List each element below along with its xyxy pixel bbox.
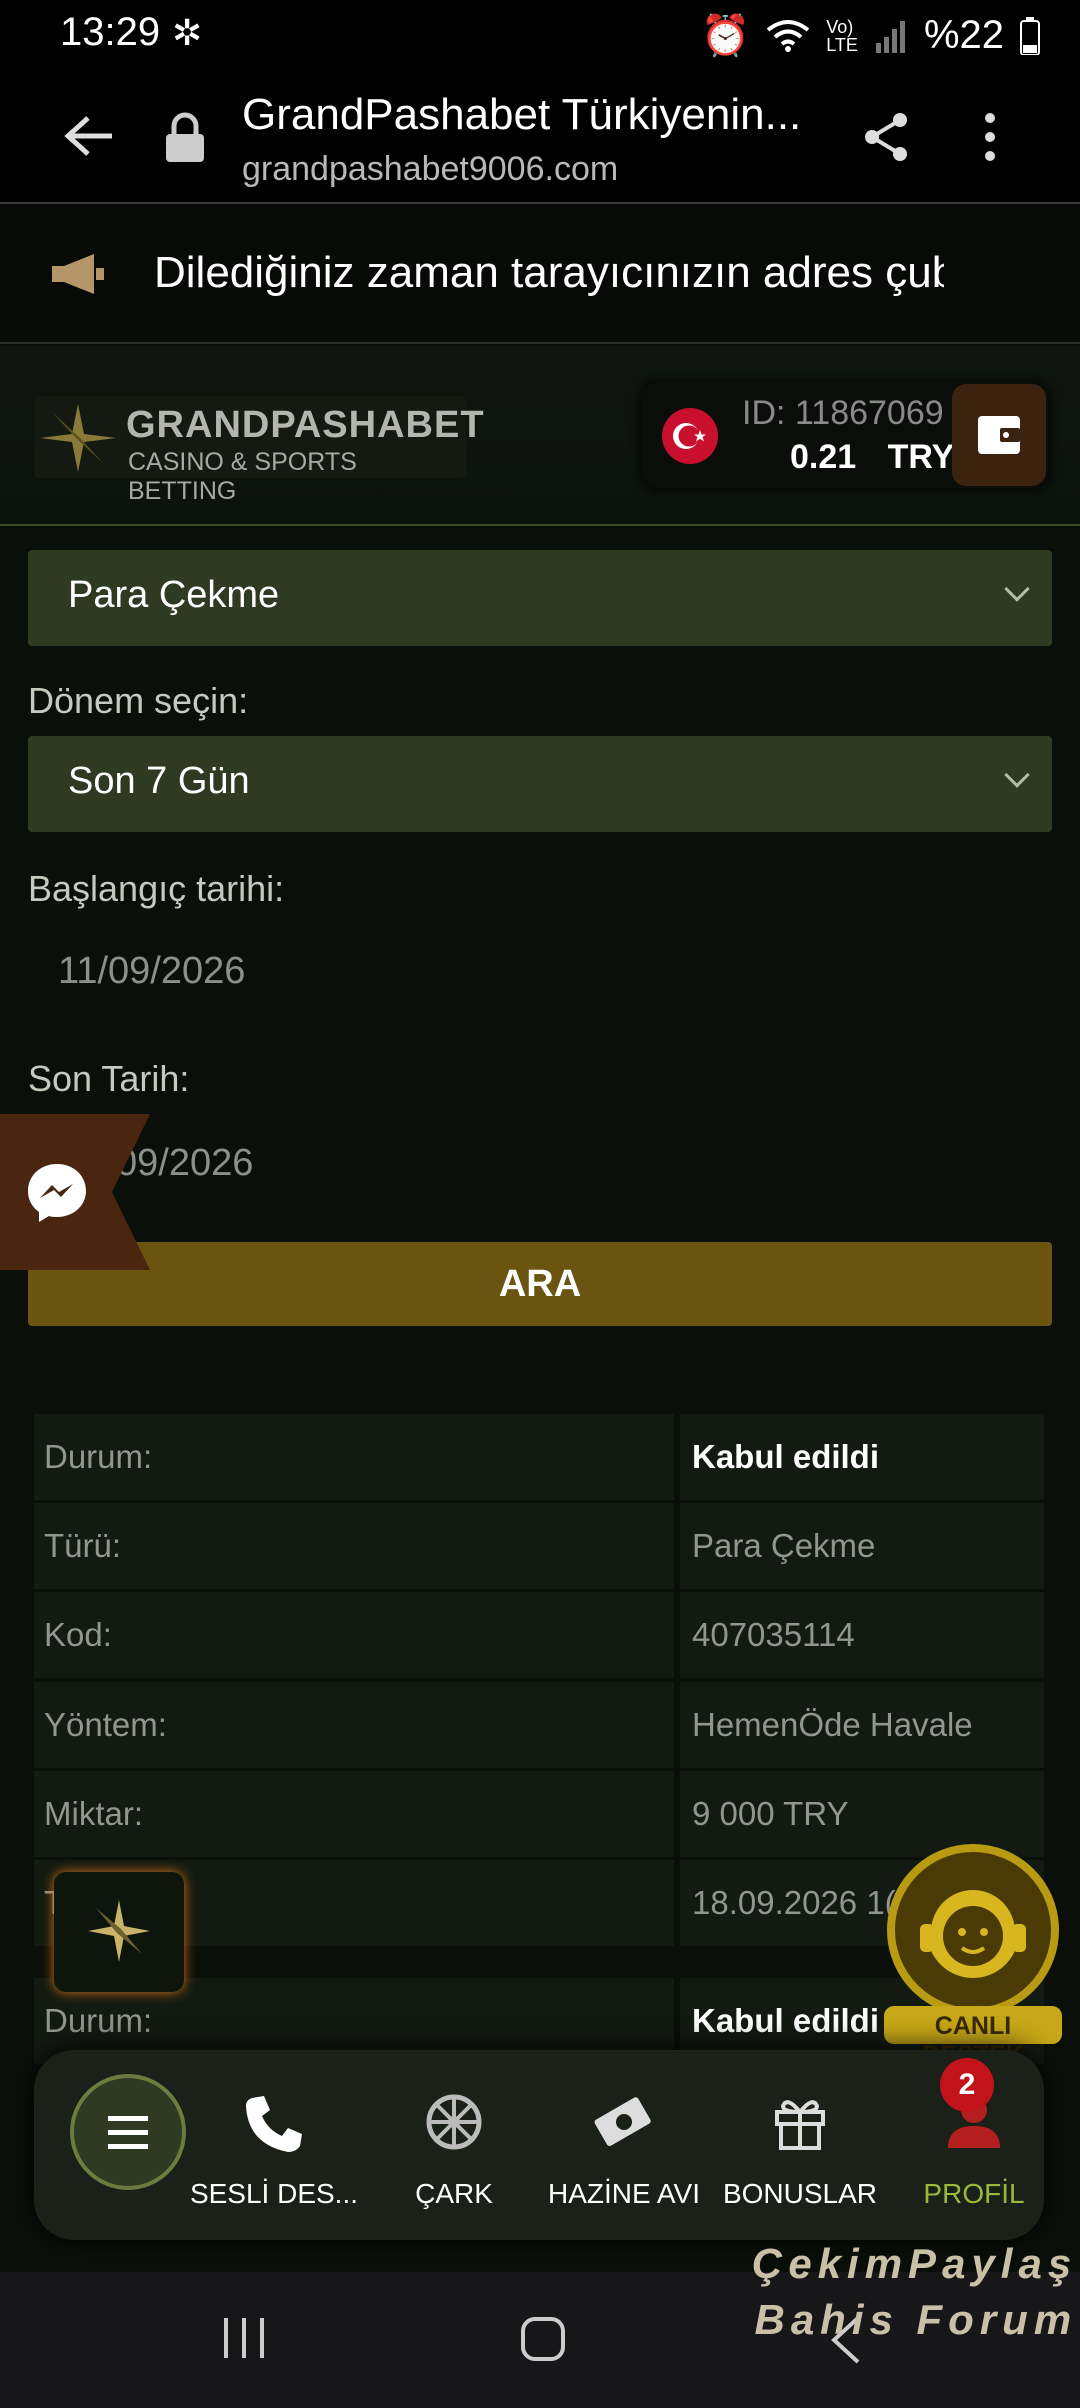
nav-label-active: PROFİL: [923, 2178, 1025, 2209]
chevron-down-icon: [1004, 762, 1030, 788]
pinwheel-icon: ✲: [172, 12, 203, 53]
period-select[interactable]: Son 7 Gün: [28, 736, 1052, 832]
account-balance: 0.21 TRY: [790, 438, 955, 476]
announcement-text: Dilediğiniz zaman tarayıcınızın adres çu…: [154, 248, 944, 297]
row-value: 407035114: [680, 1592, 1044, 1678]
battery-icon: [1020, 16, 1040, 55]
turkey-flag-icon: [662, 408, 718, 464]
period-value: Son 7 Gün: [68, 760, 250, 802]
watermark-line1: ÇekimPaylaş: [752, 2240, 1078, 2287]
announcement-bar: Dilediğiniz zaman tarayıcınızın adres çu…: [0, 206, 1080, 344]
start-date-input[interactable]: 11/09/2026: [58, 950, 245, 993]
transaction-type-value: Para Çekme: [68, 574, 280, 616]
status-bar: 13:29 ✲ ⏰ Vo) LTE %22: [0, 0, 1080, 68]
gift-icon: [775, 2100, 825, 2150]
table-row: Yöntem: HemenÖde Havale: [34, 1682, 1044, 1768]
messenger-icon: [28, 1164, 86, 1222]
more-menu-icon[interactable]: [982, 112, 998, 162]
site-header: GRANDPASHABET CASINO & SPORTS BETTING ID…: [0, 346, 1080, 526]
back-arrow-icon[interactable]: [64, 114, 114, 158]
transaction-type-select[interactable]: Para Çekme: [28, 550, 1052, 646]
nav-label: BONUSLAR: [722, 2178, 878, 2209]
star-logo-icon: [40, 404, 116, 472]
table-row: Türü: Para Çekme: [34, 1503, 1044, 1589]
alarm-icon: ⏰: [700, 14, 751, 58]
nav-wheel[interactable]: ÇARK: [364, 2050, 544, 2240]
watermark-line2: Bahis Forum: [754, 2296, 1078, 2343]
nav-voice-support[interactable]: SESLİ DES...: [184, 2050, 364, 2240]
row-label: Miktar:: [34, 1771, 674, 1857]
live-support-button[interactable]: CANLI DESTEK: [880, 1840, 1066, 2069]
nav-label: SESLİ DES...: [189, 2178, 359, 2209]
signal-icon: [875, 20, 905, 53]
lock-icon[interactable]: [164, 112, 206, 162]
volte-icon: Vo) LTE: [826, 16, 858, 55]
menu-button[interactable]: [70, 2074, 186, 2190]
row-value: HemenÖde Havale: [680, 1682, 1044, 1768]
star-logo-icon: [88, 1900, 150, 1962]
share-icon[interactable]: [862, 112, 910, 162]
end-date-label: Son Tarih:: [28, 1058, 190, 1099]
status-icons: ⏰ Vo) LTE %22: [700, 12, 1040, 59]
messenger-tab[interactable]: [0, 1114, 150, 1270]
row-label: Kod:: [34, 1592, 674, 1678]
row-label: Türü:: [34, 1503, 674, 1589]
wifi-icon: [767, 19, 810, 52]
nav-label: ÇARK: [415, 2178, 493, 2209]
search-button[interactable]: ARA: [28, 1242, 1052, 1326]
row-label: Yöntem:: [34, 1682, 674, 1768]
chevron-down-icon: [1004, 576, 1030, 602]
browser-toolbar: GrandPashabet Türkiyenin... grandpashabe…: [0, 68, 1080, 204]
megaphone-icon: [52, 254, 104, 294]
end-date-input[interactable]: 09/2026: [116, 1142, 253, 1185]
forum-watermark: ÇekimPaylaş Bahis Forum: [752, 2236, 1077, 2348]
brand-name: GRANDPASHABET: [126, 404, 485, 446]
address-url[interactable]: grandpashabet9006.com: [242, 150, 618, 189]
recent-apps-icon[interactable]: [222, 2316, 266, 2360]
account-id: ID: 11867069: [742, 394, 944, 432]
period-label: Dönem seçin:: [28, 680, 249, 721]
status-time: 13:29: [60, 10, 161, 54]
wallet-button[interactable]: [952, 384, 1046, 486]
nav-treasure-hunt[interactable]: HAZİNE AVI: [534, 2050, 714, 2240]
money-icon: [594, 2097, 651, 2147]
brand-logo[interactable]: GRANDPASHABET CASINO & SPORTS BETTING: [34, 396, 484, 505]
bottom-navigation: SESLİ DES... ÇARK HAZİNE AVI BONUSLAR PR…: [34, 2050, 1044, 2240]
home-icon[interactable]: [520, 2316, 566, 2362]
battery-level: %22: [923, 13, 1004, 57]
hamburger-icon: [108, 2116, 148, 2149]
brand-tagline: CASINO & SPORTS BETTING: [128, 448, 357, 505]
start-date-label: Başlangıç tarihi:: [28, 868, 285, 909]
nav-label: HAZİNE AVI: [548, 2178, 700, 2209]
table-row: Durum: Kabul edildi: [34, 1414, 1044, 1500]
wallet-icon: [978, 416, 1020, 454]
phone-icon: [246, 2096, 302, 2152]
notification-badge: 2: [940, 2058, 994, 2112]
table-row: Kod: 407035114: [34, 1592, 1044, 1678]
row-label: Durum:: [34, 1414, 674, 1500]
row-value: Kabul edildi: [680, 1414, 1044, 1500]
row-value: Para Çekme: [680, 1503, 1044, 1589]
page-title[interactable]: GrandPashabet Türkiyenin...: [242, 90, 801, 140]
wheel-icon: [426, 2094, 482, 2150]
promo-star-button[interactable]: [54, 1872, 184, 1992]
nav-bonuses[interactable]: BONUSLAR: [710, 2050, 890, 2240]
